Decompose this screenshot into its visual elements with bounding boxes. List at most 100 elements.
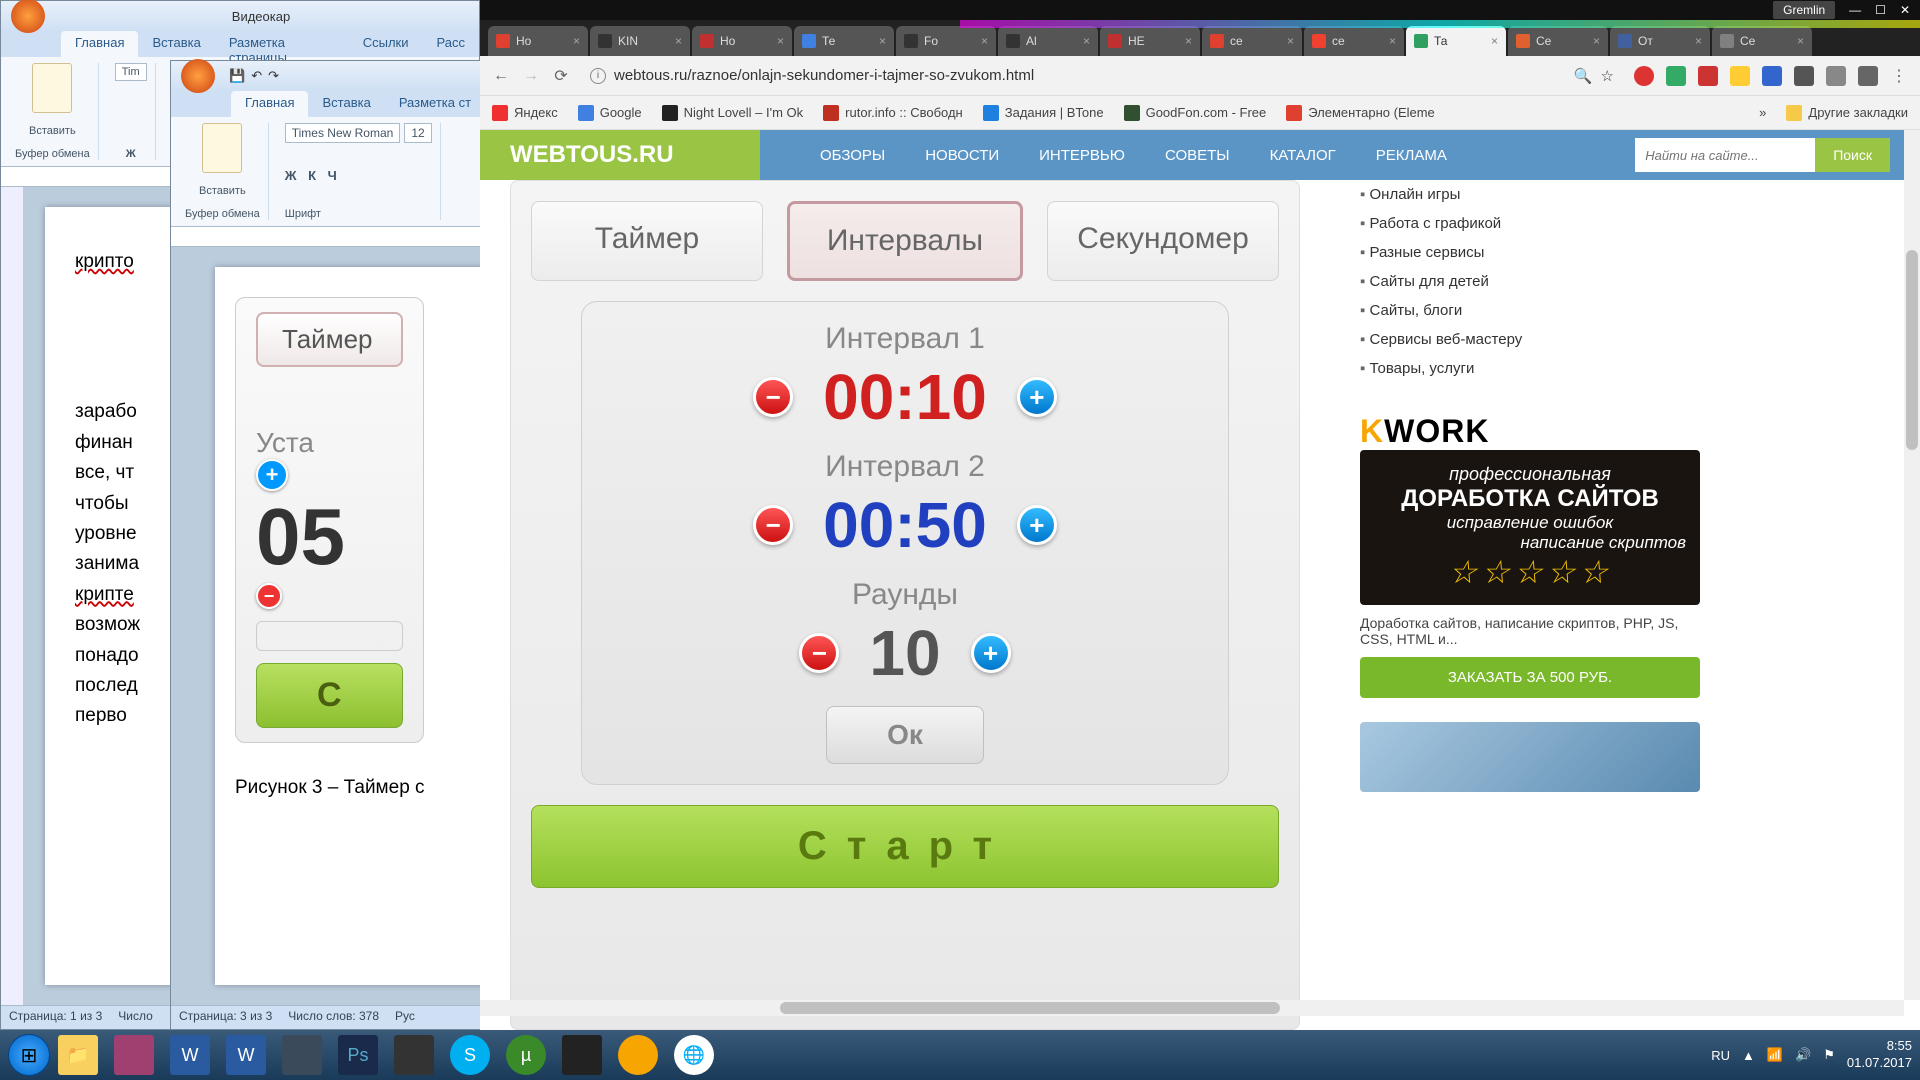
volume-icon[interactable]: 🔊 [1795,1047,1811,1063]
sidebar-category-item[interactable]: Работа с графикой [1360,209,1700,238]
nav-link[interactable]: ОБЗОРЫ [820,147,885,164]
menu-icon[interactable]: ⋮ [1890,67,1908,85]
word1-tab-layout[interactable]: Разметка страницы [215,31,349,57]
rounds-plus-button[interactable]: + [971,633,1011,673]
app-icon[interactable] [114,1035,154,1075]
font-family-box[interactable]: Tim [115,63,147,81]
qat-undo-icon[interactable]: ↶ [251,68,262,84]
utorrent-icon[interactable]: µ [506,1035,546,1075]
nav-link[interactable]: КАТАЛОГ [1270,147,1336,164]
kwork-order-button[interactable]: ЗАКАЗАТЬ ЗА 500 РУБ. [1360,657,1700,698]
sidebar-category-item[interactable]: Товары, услуги [1360,354,1700,383]
start-button[interactable]: Старт [531,805,1279,888]
extension-icon[interactable] [1698,66,1718,86]
app-icon[interactable] [282,1035,322,1075]
browser-tab[interactable]: KIN× [590,26,690,56]
word-icon[interactable]: W [170,1035,210,1075]
word1-tab-home[interactable]: Главная [61,31,138,57]
sidebar-category-item[interactable]: Сайты для детей [1360,267,1700,296]
tab-intervals[interactable]: Интервалы [787,201,1023,281]
word1-tab-mail[interactable]: Расс [423,31,479,57]
clock-date[interactable]: 01.07.2017 [1847,1055,1912,1072]
nav-link[interactable]: РЕКЛАМА [1376,147,1447,164]
browser-tab[interactable]: Но× [488,26,588,56]
browser-tab[interactable]: HE× [1100,26,1200,56]
ok-button[interactable]: Ок [826,706,984,764]
lang-indicator[interactable]: RU [1711,1048,1730,1063]
bookmark-item[interactable]: Элементарно (Eleme [1286,105,1435,121]
format-buttons[interactable]: Ж К Ч [285,168,341,183]
site-search-input[interactable] [1635,138,1815,172]
address-bar[interactable]: i webtous.ru/raznoe/onlajn-sekundomer-i-… [582,63,1622,89]
browser-tab[interactable]: Та× [1406,26,1506,56]
bookmark-item[interactable]: rutor.info :: Свободн [823,105,963,121]
paste-icon[interactable] [202,123,242,173]
office-button-icon[interactable] [181,59,215,93]
bookmark-item[interactable]: Google [578,105,642,121]
word1-tab-insert[interactable]: Вставка [138,31,214,57]
office-button-icon[interactable] [11,0,45,33]
photoshop-icon[interactable]: Ps [338,1035,378,1075]
username[interactable]: Gremlin [1773,1,1835,19]
bookmark-item[interactable]: Задания | BTone [983,105,1104,121]
tab-stopwatch[interactable]: Секундомер [1047,201,1279,281]
sidebar-category-item[interactable]: Онлайн игры [1360,180,1700,209]
extension-icon[interactable] [1762,66,1782,86]
extension-icon[interactable] [1794,66,1814,86]
reload-icon[interactable]: ⟳ [552,67,570,85]
word2-tab-layout[interactable]: Разметка ст [385,91,485,117]
maximize-icon[interactable]: ☐ [1875,3,1886,17]
qat-redo-icon[interactable]: ↷ [268,68,279,84]
font-family-box[interactable]: Times New Roman [285,123,401,143]
nav-link[interactable]: СОВЕТЫ [1165,147,1230,164]
clock-time[interactable]: 8:55 [1847,1038,1912,1055]
explorer-icon[interactable]: 📁 [58,1035,98,1075]
extension-icon[interactable] [1858,66,1878,86]
browser-tab[interactable]: Al× [998,26,1098,56]
word2-tab-insert[interactable]: Вставка [308,91,384,117]
bookmark-item[interactable]: Яндекс [492,105,558,121]
rounds-minus-button[interactable]: − [799,633,839,673]
network-icon[interactable]: 📶 [1767,1047,1783,1063]
sidebar-category-item[interactable]: Разные сервисы [1360,238,1700,267]
font-size-box[interactable]: 12 [404,123,431,143]
flag-icon[interactable]: ⚑ [1823,1047,1835,1063]
browser-tab[interactable]: От× [1610,26,1710,56]
bookmark-item[interactable]: GoodFon.com - Free [1124,105,1267,121]
start-button[interactable]: ⊞ [8,1034,50,1076]
browser-tab[interactable]: се× [1202,26,1302,56]
aimp-icon[interactable] [618,1035,658,1075]
interval2-plus-button[interactable]: + [1017,505,1057,545]
word2-tab-home[interactable]: Главная [231,91,308,117]
nav-link[interactable]: ИНТЕРВЬЮ [1039,147,1125,164]
extension-icon[interactable] [1634,66,1654,86]
interval1-minus-button[interactable]: − [753,377,793,417]
bold-btn[interactable]: Ж [126,148,136,160]
browser-tab[interactable]: Се× [1712,26,1812,56]
site-info-icon[interactable]: i [590,68,606,84]
browser-tab[interactable]: Те× [794,26,894,56]
kwork-ad[interactable]: KWORK профессиональная ДОРАБОТКА САЙТОВ … [1360,413,1700,698]
chrome-icon[interactable]: 🌐 [674,1035,714,1075]
paste-icon[interactable] [32,63,72,113]
interval1-plus-button[interactable]: + [1017,377,1057,417]
interval2-minus-button[interactable]: − [753,505,793,545]
skype-icon[interactable]: S [450,1035,490,1075]
minimize-icon[interactable]: — [1849,3,1861,17]
bookmark-item[interactable]: Night Lovell – I'm Ok [662,105,804,121]
site-logo[interactable]: WEBTOUS.RU [480,130,760,180]
word1-titlebar[interactable]: Видеокар [1,1,479,31]
horizontal-scrollbar[interactable] [480,1000,1904,1016]
extension-icon[interactable] [1730,66,1750,86]
nav-link[interactable]: НОВОСТИ [925,147,999,164]
forward-icon[interactable]: → [522,67,540,85]
zoom-icon[interactable]: 🔍 [1574,67,1593,85]
browser-tab[interactable]: се× [1304,26,1404,56]
extension-icon[interactable] [1826,66,1846,86]
qat-save-icon[interactable]: 💾 [229,68,245,84]
tab-timer[interactable]: Таймер [531,201,763,281]
browser-tab[interactable]: Но× [692,26,792,56]
word1-tab-refs[interactable]: Ссылки [349,31,423,57]
word-icon[interactable]: W [226,1035,266,1075]
sidebar-category-item[interactable]: Сервисы веб-мастеру [1360,325,1700,354]
